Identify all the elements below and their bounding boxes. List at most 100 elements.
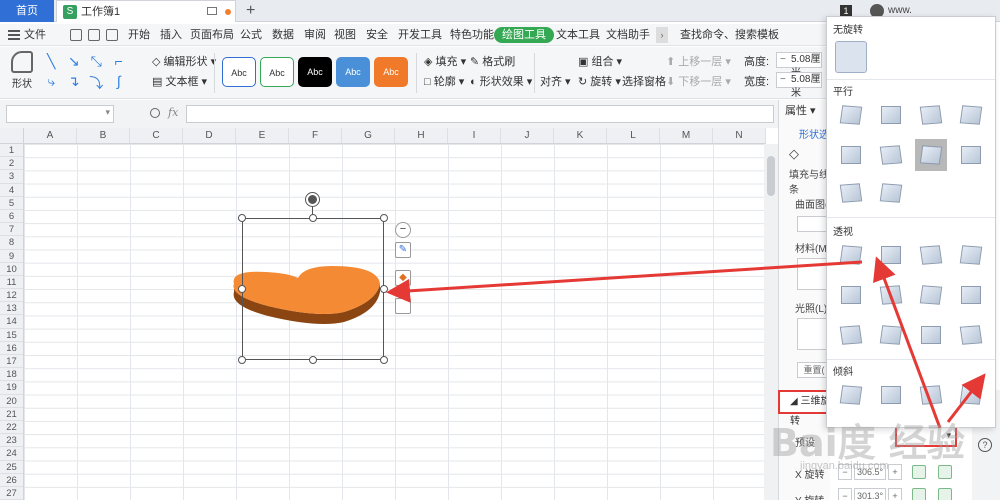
fill-line-label[interactable]: 填充与线条 [789, 166, 830, 196]
column-header[interactable]: M [660, 128, 713, 143]
fill-bucket-icon[interactable]: ◆ [395, 270, 411, 286]
row-header[interactable]: 21 [0, 408, 23, 421]
command-search[interactable]: 查找命令、搜索模板 [680, 24, 779, 46]
row-header[interactable]: 7 [0, 223, 23, 237]
row-header[interactable]: 23 [0, 434, 23, 448]
row-header[interactable]: 2 [0, 157, 23, 171]
edit-shape-button[interactable]: ◇ 编辑形状 ▾ [152, 53, 216, 69]
formula-input[interactable] [186, 105, 774, 123]
row-header[interactable]: 17 [0, 355, 23, 369]
row-header[interactable]: 22 [0, 421, 23, 435]
row-header[interactable]: 3 [0, 170, 23, 184]
style-sample-4[interactable]: Abc [336, 57, 370, 87]
row-header[interactable]: 27 [0, 487, 23, 500]
preset-oblique-26[interactable] [955, 379, 987, 411]
cell-area[interactable] [24, 144, 778, 500]
preset-oblique-23[interactable] [835, 379, 867, 411]
menu-page-layout[interactable]: 页面布局 [190, 24, 234, 46]
column-header[interactable]: L [607, 128, 660, 143]
resize-handle-nw[interactable] [238, 214, 246, 222]
preset-perspective-19[interactable] [835, 319, 867, 351]
menu-file[interactable]: 文件 [24, 24, 46, 46]
style-sample-2[interactable]: Abc [260, 57, 294, 87]
preset-parallel-5[interactable] [835, 139, 867, 171]
row-header[interactable]: 14 [0, 315, 23, 329]
preset-parallel-1[interactable] [835, 99, 867, 131]
row-header[interactable]: 12 [0, 289, 23, 303]
resize-handle-w[interactable] [238, 285, 246, 293]
outline-button[interactable]: □ 轮廓 ▾ [424, 73, 464, 89]
export-icon[interactable] [88, 29, 100, 41]
column-header[interactable]: A [24, 128, 77, 143]
tab-home[interactable]: 首页 [0, 0, 54, 22]
shape-options-tab[interactable]: 形状选 [799, 126, 829, 141]
height-input[interactable]: 5.08厘米 [776, 52, 822, 79]
style-sample-3[interactable]: Abc [298, 57, 332, 87]
rotate-down-icon[interactable] [938, 488, 952, 500]
row-header[interactable]: 20 [0, 395, 23, 408]
menu-insert[interactable]: 插入 [160, 24, 182, 46]
preset-perspective-16[interactable] [875, 279, 907, 311]
preset-oblique-24[interactable] [875, 379, 907, 411]
row-header[interactable]: 18 [0, 368, 23, 382]
row-header[interactable]: 19 [0, 381, 23, 395]
group-button[interactable]: ▣ 组合 ▾ [578, 53, 622, 69]
save-icon[interactable] [70, 29, 82, 41]
line-styles-gallery[interactable]: ╲ ↘ ⤡ ⌐ ⤷ ↴ ⤵ ∫ [40, 53, 130, 93]
row-header[interactable]: 4 [0, 184, 23, 197]
row-header[interactable]: 13 [0, 302, 23, 316]
column-header[interactable]: G [342, 128, 395, 143]
preset-perspective-20[interactable] [875, 319, 907, 351]
name-box[interactable] [6, 105, 114, 123]
row-header[interactable]: 1 [0, 144, 23, 158]
column-header[interactable]: D [183, 128, 236, 143]
preset-parallel-7[interactable] [915, 139, 947, 171]
width-input[interactable]: 5.08厘米 [776, 72, 822, 99]
row-header[interactable]: 16 [0, 342, 23, 355]
text-box-button[interactable]: ▤ 文本框 ▾ [152, 73, 207, 89]
menu-text-tools[interactable]: 文本工具 [556, 24, 600, 46]
column-header[interactable]: F [289, 128, 342, 143]
shapes-button[interactable]: 形状 [8, 51, 36, 95]
print-icon[interactable] [106, 29, 118, 41]
resize-handle-s[interactable] [309, 356, 317, 364]
menu-review[interactable]: 审阅 [304, 24, 326, 46]
column-header[interactable]: K [554, 128, 607, 143]
resize-handle-sw[interactable] [238, 356, 246, 364]
menu-start[interactable]: 开始 [128, 24, 150, 46]
menu-developer[interactable]: 开发工具 [398, 24, 442, 46]
send-backward-button[interactable]: ⬇ 下移一层 ▾ [666, 73, 731, 89]
preset-perspective-17[interactable] [915, 279, 947, 311]
preset-parallel-10[interactable] [875, 177, 907, 209]
pen-icon[interactable]: ✎ [395, 242, 411, 258]
style-sample-5[interactable]: Abc [374, 57, 408, 87]
menu-icon[interactable] [8, 30, 20, 40]
row-header[interactable]: 9 [0, 250, 23, 263]
rotate-right-icon[interactable] [938, 465, 952, 479]
bring-forward-button[interactable]: ⬆ 上移一层 ▾ [666, 53, 731, 69]
row-header[interactable]: 25 [0, 461, 23, 474]
menu-doc-assistant[interactable]: 文档助手 [606, 24, 650, 46]
preset-parallel-2[interactable] [875, 99, 907, 131]
preset-perspective-18[interactable] [955, 279, 987, 311]
preset-perspective-15[interactable] [835, 279, 867, 311]
y-rotation-input[interactable]: 301.3° [854, 488, 886, 500]
y-rotation-increment[interactable]: + [888, 488, 902, 500]
column-header[interactable]: H [395, 128, 448, 143]
menu-security[interactable]: 安全 [366, 24, 388, 46]
menu-data[interactable]: 数据 [272, 24, 294, 46]
select-all-corner[interactable] [0, 128, 24, 144]
rotate-handle-icon[interactable] [306, 193, 319, 206]
column-header[interactable]: E [236, 128, 289, 143]
fill-button[interactable]: ◈ 填充 ▾ [424, 53, 466, 69]
help-icon[interactable]: ? [978, 438, 992, 452]
preset-perspective-21[interactable] [915, 319, 947, 351]
preset-parallel-8[interactable] [955, 139, 987, 171]
column-header[interactable]: N [713, 128, 766, 143]
select-pane-button[interactable]: 选择窗格 [622, 73, 666, 89]
tab-document[interactable]: S 工作簿1 [56, 0, 236, 22]
preset-perspective-14[interactable] [955, 239, 987, 271]
resize-handle-ne[interactable] [380, 214, 388, 222]
rotate-left-icon[interactable] [912, 465, 926, 479]
preset-parallel-4[interactable] [955, 99, 987, 131]
